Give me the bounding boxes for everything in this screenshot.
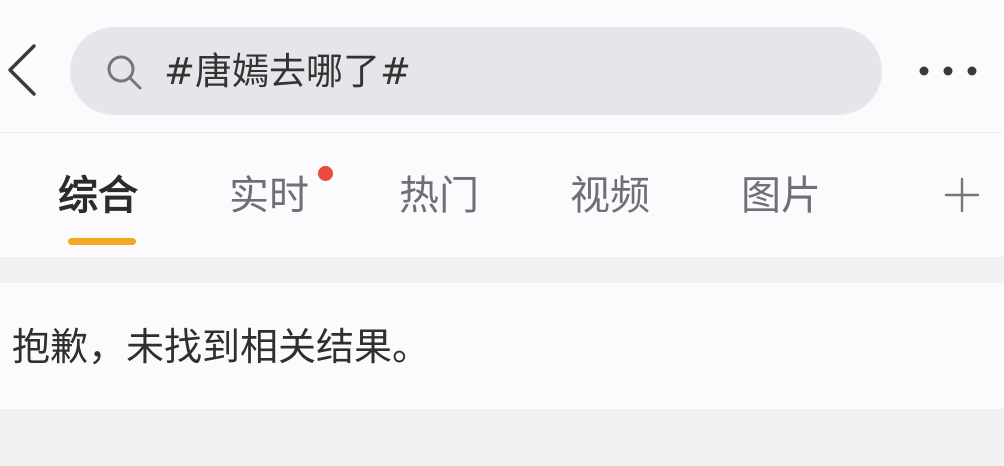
more-horizontal-icon <box>919 66 977 76</box>
tab-hot[interactable]: 热门 <box>399 169 479 223</box>
new-content-dot <box>318 166 333 181</box>
plus-icon <box>944 177 980 213</box>
active-tab-indicator <box>68 238 136 245</box>
search-icon <box>107 55 142 90</box>
tab-images[interactable]: 图片 <box>741 169 821 223</box>
tab-comprehensive[interactable]: 综合 <box>58 169 138 223</box>
back-button[interactable] <box>0 38 44 102</box>
empty-result-message: 抱歉，未找到相关结果。 <box>12 325 431 369</box>
tab-realtime[interactable]: 实时 <box>229 169 309 223</box>
chevron-left-icon <box>8 44 36 96</box>
more-button[interactable] <box>912 56 984 86</box>
tab-video[interactable]: 视频 <box>570 169 650 223</box>
empty-result-panel: 抱歉，未找到相关结果。 <box>0 283 1004 409</box>
tab-bar: 综合 实时 热门 视频 图片 <box>0 132 1004 257</box>
add-tab-button[interactable] <box>944 177 980 213</box>
search-query-text: #唐嫣去哪了# <box>164 50 412 93</box>
search-header: #唐嫣去哪了# <box>0 0 1004 132</box>
